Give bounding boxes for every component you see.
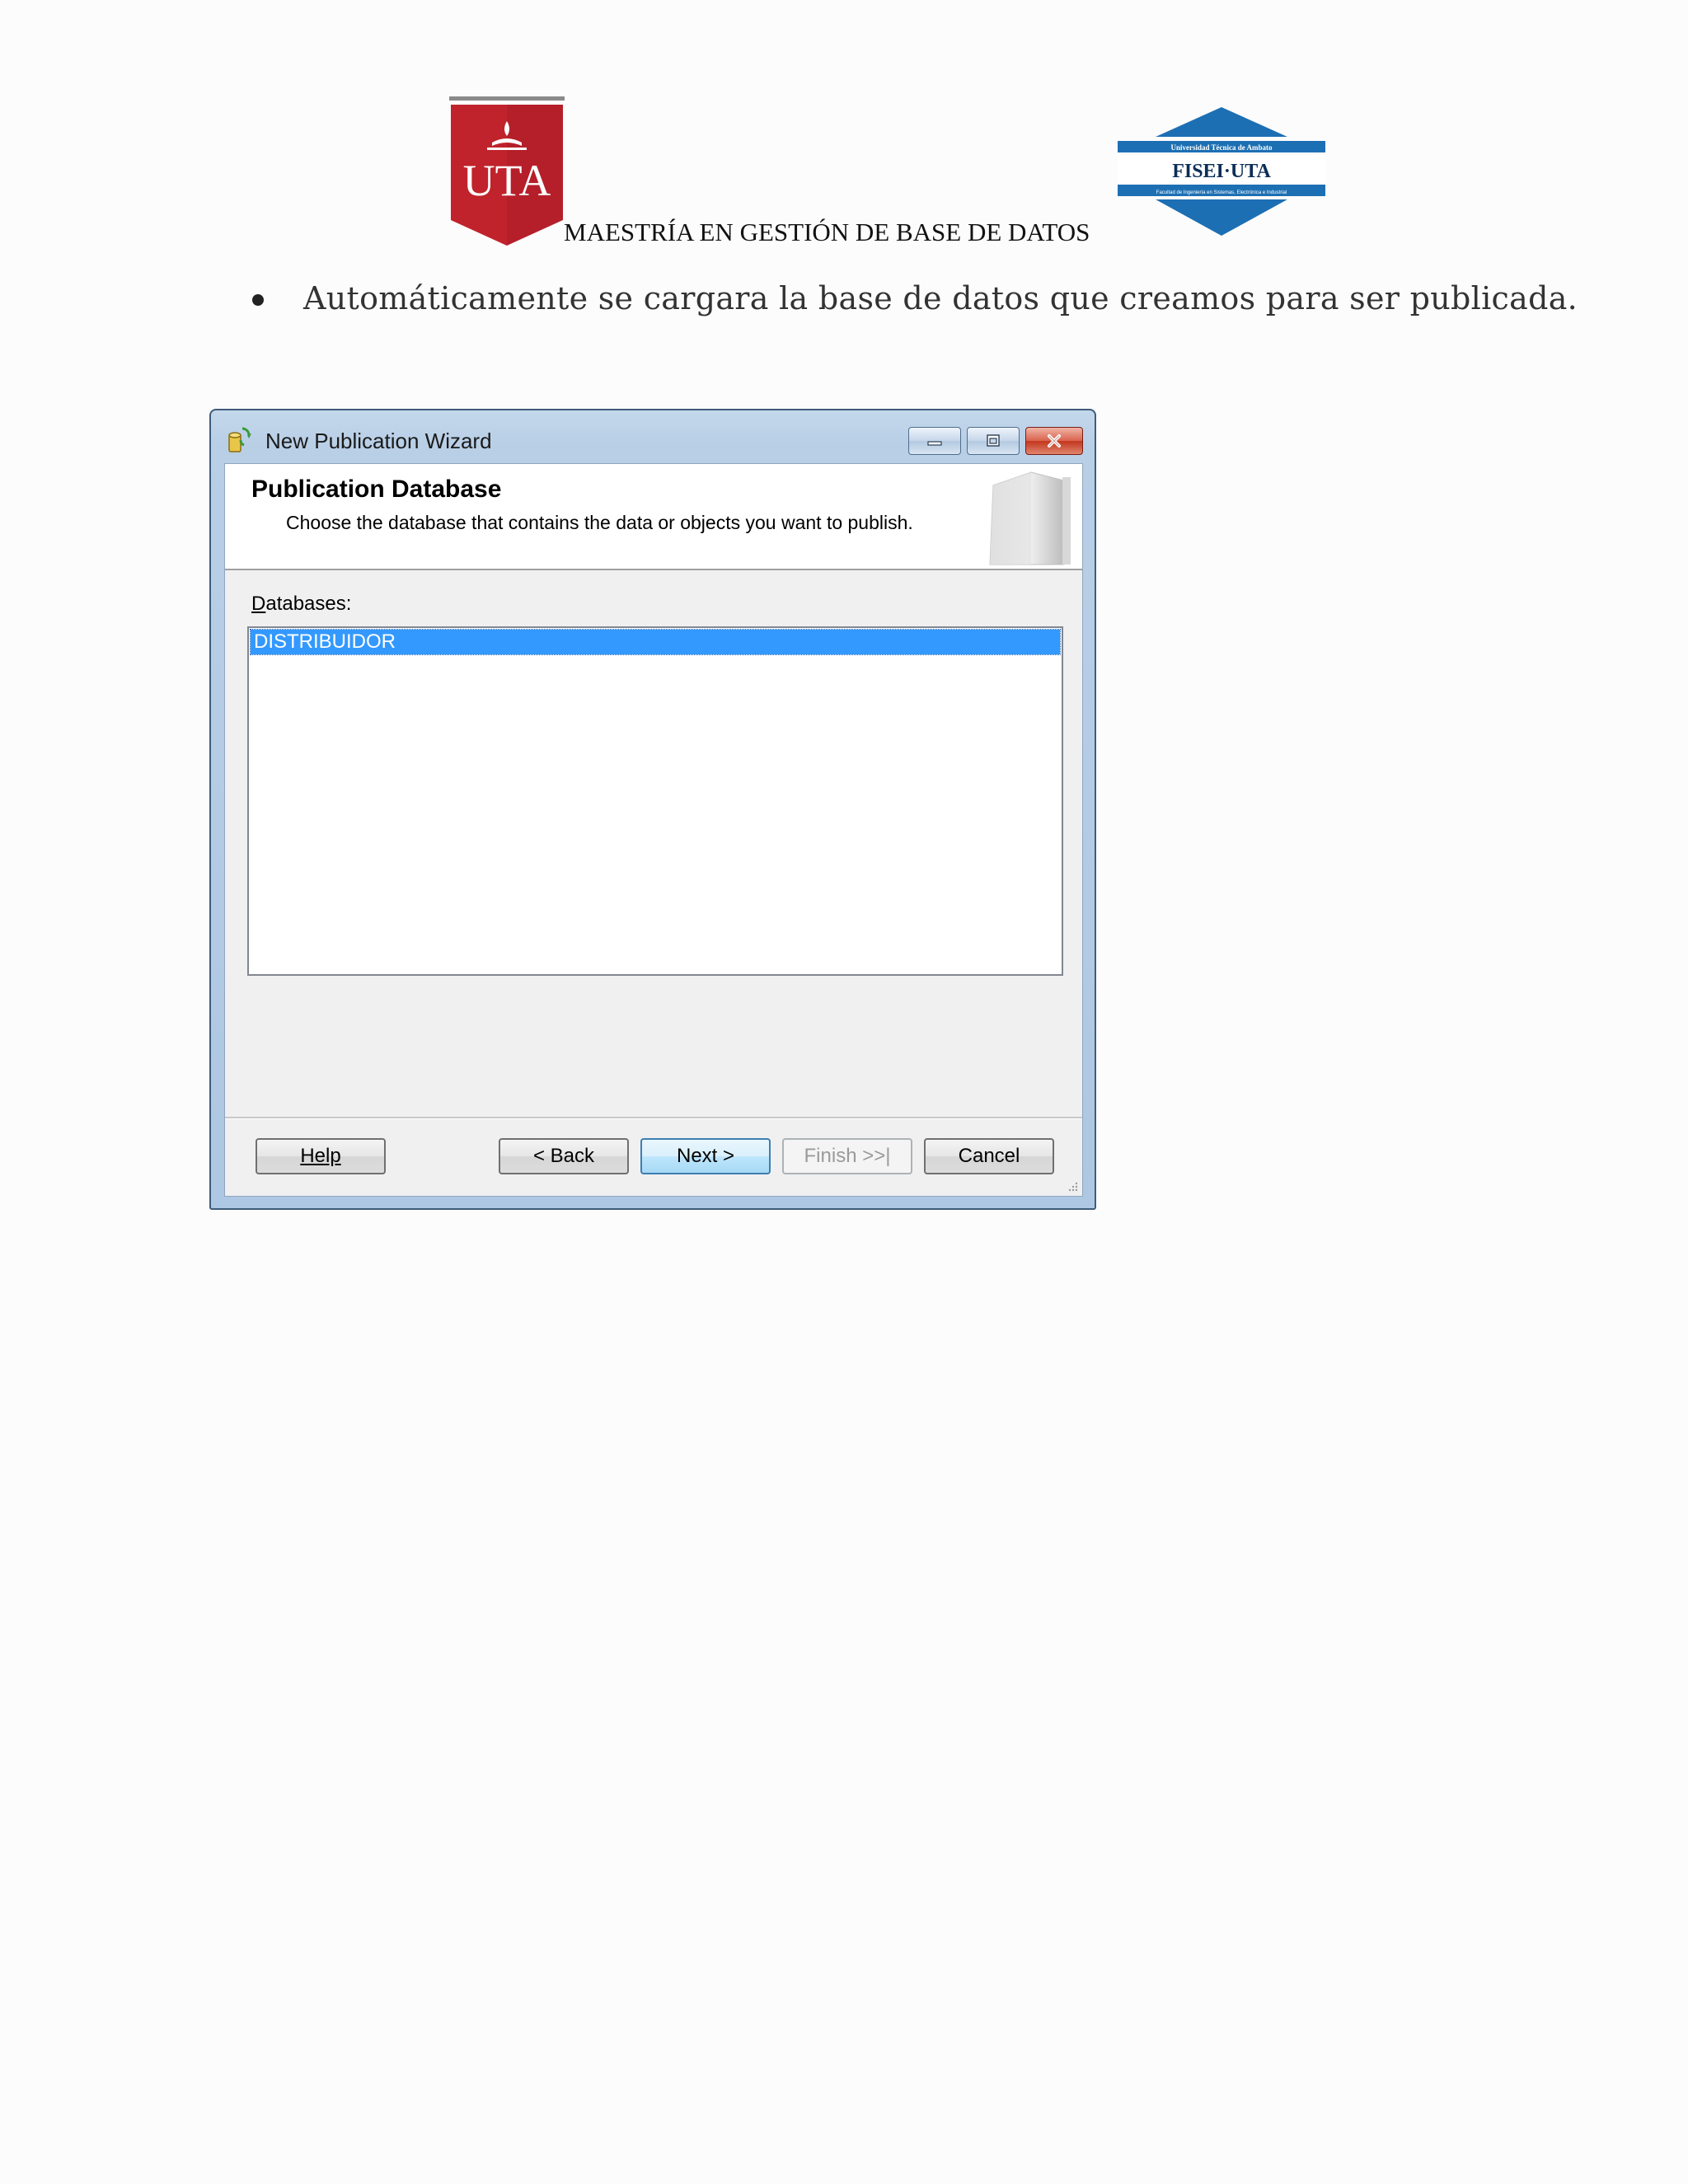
list-item[interactable]: DISTRIBUIDOR [250, 629, 1061, 655]
cancel-button-label: Cancel [958, 1145, 1020, 1167]
close-button[interactable] [1025, 427, 1083, 455]
maximize-icon [987, 434, 1000, 447]
databases-label-mnemonic: D [251, 593, 266, 615]
cancel-button[interactable]: Cancel [924, 1138, 1054, 1174]
next-button-label: Next > [676, 1145, 735, 1167]
bullet-text: Automáticamente se cargara la base de da… [303, 280, 1578, 316]
svg-text:UTA: UTA [463, 156, 551, 205]
svg-text:Facultad de Ingeniería en Sist: Facultad de Ingeniería en Sistemas, Elec… [1156, 190, 1287, 195]
window-title: New Publication Wizard [265, 429, 492, 453]
uta-logo: UTA [449, 96, 565, 246]
svg-text:Universidad Técnica de Ambato: Universidad Técnica de Ambato [1170, 143, 1273, 152]
back-button-label: < Back [532, 1145, 595, 1167]
databases-label: Databases: [251, 593, 351, 616]
database-graphic-icon [989, 471, 1071, 565]
databases-label-text: atabases: [265, 593, 352, 615]
resize-grip-icon[interactable] [1066, 1179, 1079, 1193]
fisei-logo: Universidad Técnica de Ambato FISEI·UTA … [1118, 107, 1325, 236]
wizard-banner: Publication Database Choose the database… [225, 464, 1082, 570]
document-header: MAESTRÍA EN GESTIÓN DE BASE DE DATOS [564, 218, 1090, 246]
help-button-label: Help [300, 1145, 341, 1167]
finish-button[interactable]: Finish >>| [782, 1138, 912, 1174]
back-button[interactable]: < Back [499, 1138, 629, 1174]
svg-text:FISEI·UTA: FISEI·UTA [1172, 161, 1271, 182]
close-icon [1048, 434, 1061, 448]
wizard-client-area: Publication Database Choose the database… [224, 463, 1083, 1197]
footer-separator [225, 1117, 1082, 1119]
page-description: Choose the database that contains the da… [286, 512, 913, 533]
maximize-button[interactable] [967, 427, 1020, 455]
wizard-icon [228, 427, 251, 452]
wizard-window: New Publication Wizard Publication Datab… [209, 409, 1096, 1210]
minimize-icon [927, 441, 942, 446]
page-title: Publication Database [251, 476, 502, 503]
next-button[interactable]: Next > [640, 1138, 771, 1174]
minimize-button[interactable] [908, 427, 961, 455]
title-bar[interactable]: New Publication Wizard [211, 410, 1095, 463]
finish-button-label: Finish >>| [804, 1145, 891, 1167]
bullet-dot [252, 294, 264, 306]
databases-listbox[interactable]: DISTRIBUIDOR [247, 626, 1063, 976]
help-button[interactable]: Help [256, 1138, 386, 1174]
